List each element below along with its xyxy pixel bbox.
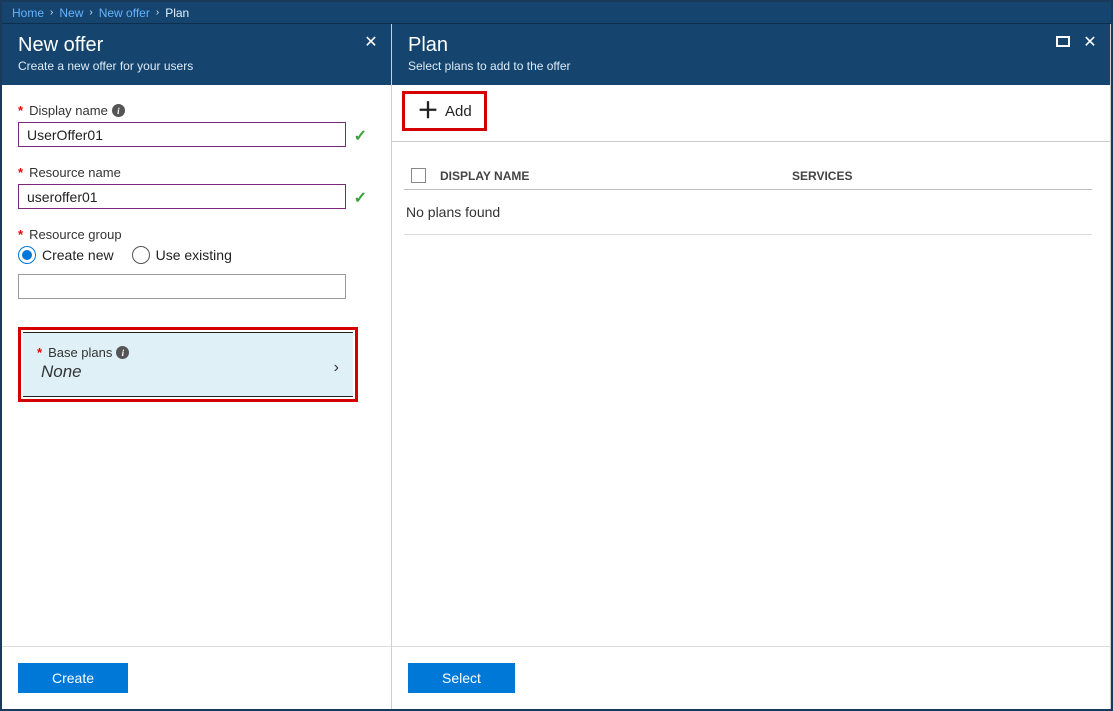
info-icon[interactable]: i [112, 104, 125, 117]
breadcrumb: Home › New › New offer › Plan [2, 2, 1111, 24]
resource-name-label: Resource name [29, 165, 121, 180]
base-plans-value: None [41, 362, 339, 382]
chevron-right-icon: › [89, 7, 92, 18]
base-plans-label: Base plans [48, 345, 112, 360]
base-plans-selector[interactable]: * Base plans i None › [23, 332, 353, 397]
chevron-right-icon: › [50, 7, 53, 18]
col-display-name[interactable]: DISPLAY NAME [432, 169, 792, 183]
add-label: Add [445, 103, 472, 120]
add-button[interactable]: ＋ Add [407, 96, 482, 126]
close-icon[interactable]: ✕ [1080, 32, 1100, 52]
blade-title: Plan [408, 34, 1094, 57]
radio-create-new-label: Create new [42, 247, 114, 263]
resource-group-input[interactable] [18, 274, 346, 299]
plus-icon: ＋ [417, 100, 439, 122]
resource-name-input[interactable] [18, 184, 346, 209]
maximize-icon[interactable] [1056, 36, 1070, 47]
breadcrumb-link-new[interactable]: New [59, 6, 83, 20]
col-services[interactable]: SERVICES [792, 169, 1092, 183]
resource-group-label: Resource group [29, 227, 122, 242]
select-all-checkbox[interactable] [411, 168, 426, 183]
blade-header: Plan Select plans to add to the offer ✕ [392, 24, 1110, 85]
chevron-right-icon: › [334, 359, 339, 377]
breadcrumb-current: Plan [165, 6, 189, 20]
display-name-input[interactable] [18, 122, 346, 147]
check-icon: ✓ [354, 126, 367, 146]
blade-new-offer: New offer Create a new offer for your us… [2, 24, 392, 709]
blade-subtitle: Select plans to add to the offer [408, 59, 1094, 73]
close-icon[interactable]: ✕ [361, 32, 381, 52]
check-icon: ✓ [354, 188, 367, 208]
radio-use-existing-label: Use existing [156, 247, 232, 263]
add-highlight: ＋ Add [402, 91, 487, 131]
info-icon[interactable]: i [116, 346, 129, 359]
select-button[interactable]: Select [408, 663, 515, 693]
required-icon: * [18, 103, 23, 118]
blade-header: New offer Create a new offer for your us… [2, 24, 391, 85]
blade-title: New offer [18, 34, 375, 57]
required-icon: * [18, 165, 23, 180]
breadcrumb-link-new-offer[interactable]: New offer [99, 6, 150, 20]
table-header: DISPLAY NAME SERVICES [404, 162, 1092, 190]
display-name-label: Display name [29, 103, 108, 118]
empty-state-text: No plans found [404, 190, 1092, 235]
create-button[interactable]: Create [18, 663, 128, 693]
base-plans-highlight: * Base plans i None › [18, 327, 358, 402]
chevron-right-icon: › [156, 7, 159, 18]
radio-use-existing[interactable]: Use existing [132, 246, 232, 264]
required-icon: * [37, 345, 42, 360]
blade-plan: Plan Select plans to add to the offer ✕ … [392, 24, 1111, 709]
radio-create-new[interactable]: Create new [18, 246, 114, 264]
blade-subtitle: Create a new offer for your users [18, 59, 375, 73]
required-icon: * [18, 227, 23, 242]
breadcrumb-link-home[interactable]: Home [12, 6, 44, 20]
